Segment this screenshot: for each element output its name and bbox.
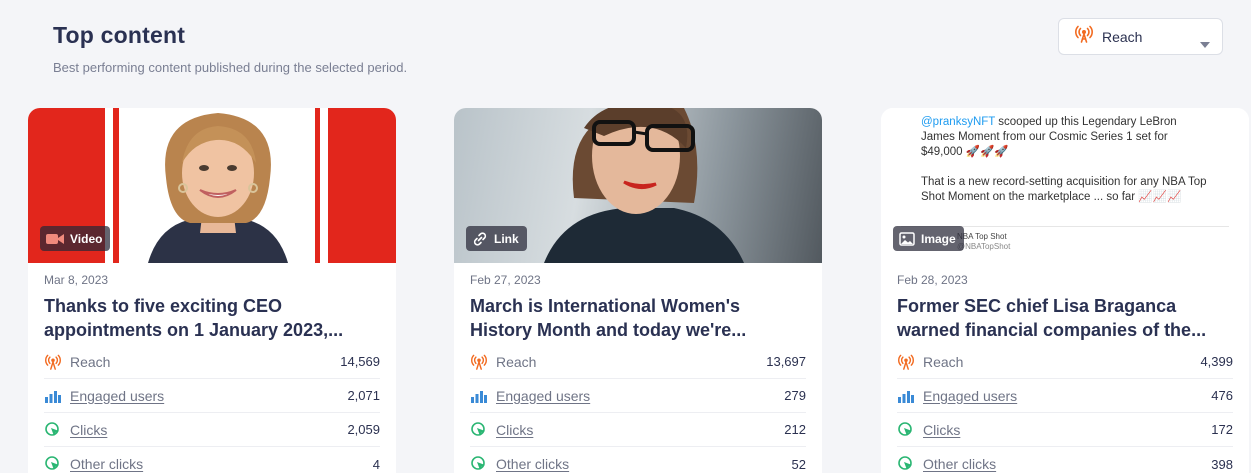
caret-down-icon	[1200, 35, 1210, 53]
other-clicks-link[interactable]: Other clicks	[496, 456, 569, 472]
portrait-image	[148, 113, 288, 263]
link-icon	[473, 231, 487, 246]
stat-row-other-clicks: Other clicks 4	[44, 447, 380, 473]
bar-chart-icon	[44, 387, 62, 405]
section-subtitle: Best performing content published during…	[53, 60, 408, 75]
image-icon	[899, 231, 915, 246]
post-date: Mar 8, 2023	[44, 273, 109, 287]
stat-value: 398	[1211, 456, 1233, 472]
stat-row-engaged-users: Engaged users 279	[470, 379, 806, 413]
post-date: Feb 28, 2023	[897, 273, 968, 287]
post-type-label: Link	[494, 231, 519, 246]
stat-value: 2,071	[347, 388, 380, 403]
tweet-preview: @pranksyNFT scooped up this Legendary Le…	[921, 115, 1211, 205]
metric-dropdown[interactable]: Reach	[1058, 18, 1223, 55]
cursor-click-icon	[44, 421, 62, 439]
stat-value: 172	[1211, 422, 1233, 437]
content-card[interactable]: Video Mar 8, 2023 Thanks to five excitin…	[28, 108, 396, 473]
tweet-handle: @pranksyNFT	[921, 116, 996, 128]
post-type-label: Video	[70, 231, 103, 246]
stat-label: Reach	[70, 353, 111, 370]
broadcast-icon	[897, 353, 915, 371]
post-thumbnail[interactable]: @pranksyNFT scooped up this Legendary Le…	[881, 108, 1249, 263]
cursor-click-icon	[897, 421, 915, 439]
broadcast-icon	[44, 353, 62, 371]
post-title[interactable]: Former SEC chief Lisa Braganca warned fi…	[897, 294, 1233, 342]
stat-value: 2,059	[347, 422, 380, 437]
section-header: Top content Best performing content publ…	[53, 22, 407, 75]
engaged-users-link[interactable]: Engaged users	[70, 388, 164, 404]
stat-value: 212	[784, 422, 806, 437]
broadcast-icon	[470, 353, 488, 371]
engaged-users-link[interactable]: Engaged users	[496, 388, 590, 404]
section-title: Top content	[53, 22, 186, 48]
clicks-link[interactable]: Clicks	[496, 422, 533, 438]
post-type-badge: Link	[466, 226, 527, 251]
content-card[interactable]: @pranksyNFT scooped up this Legendary Le…	[881, 108, 1249, 473]
cursor-click-icon	[897, 455, 915, 473]
post-thumbnail[interactable]: Video	[28, 108, 396, 263]
post-title[interactable]: March is International Women's History M…	[470, 294, 806, 342]
stat-label: Reach	[496, 353, 537, 370]
stat-value: 4,399	[1200, 354, 1233, 369]
stat-row-clicks: Clicks 212	[470, 413, 806, 447]
post-stats: Reach 14,569 Engaged users 2,071 Clicks …	[44, 345, 380, 473]
stat-value: 476	[1211, 388, 1233, 403]
tweet-embed: NBA Top Shot @NBATopShot	[957, 232, 1011, 251]
stat-row-other-clicks: Other clicks 52	[470, 447, 806, 473]
content-card[interactable]: Link Feb 27, 2023 March is International…	[454, 108, 822, 473]
cursor-click-icon	[470, 455, 488, 473]
broadcast-icon	[1075, 25, 1093, 48]
stat-value: 13,697	[766, 354, 806, 369]
other-clicks-link[interactable]: Other clicks	[70, 456, 143, 472]
post-title[interactable]: Thanks to five exciting CEO appointments…	[44, 294, 380, 342]
metric-dropdown-value: Reach	[1102, 28, 1143, 45]
video-camera-icon	[46, 233, 64, 244]
post-stats: Reach 4,399 Engaged users 476 Clicks 172	[897, 345, 1233, 473]
stat-row-engaged-users: Engaged users 476	[897, 379, 1233, 413]
clicks-link[interactable]: Clicks	[923, 422, 960, 438]
stat-row-engaged-users: Engaged users 2,071	[44, 379, 380, 413]
post-stats: Reach 13,697 Engaged users 279 Clicks 21…	[470, 345, 806, 473]
clicks-link[interactable]: Clicks	[70, 422, 107, 438]
stat-label: Reach	[923, 353, 964, 370]
stat-row-clicks: Clicks 172	[897, 413, 1233, 447]
cursor-click-icon	[44, 455, 62, 473]
stat-row-reach: Reach 4,399	[897, 345, 1233, 379]
stat-row-clicks: Clicks 2,059	[44, 413, 380, 447]
post-date: Feb 27, 2023	[470, 273, 541, 287]
engaged-users-link[interactable]: Engaged users	[923, 388, 1017, 404]
other-clicks-link[interactable]: Other clicks	[923, 456, 996, 472]
post-type-badge: Video	[40, 226, 111, 251]
cursor-click-icon	[470, 421, 488, 439]
post-type-label: Image	[921, 231, 956, 246]
stat-value: 52	[791, 456, 806, 472]
stat-value: 14,569	[340, 354, 380, 369]
bar-chart-icon	[470, 387, 488, 405]
stat-row-reach: Reach 13,697	[470, 345, 806, 379]
post-thumbnail[interactable]: Link	[454, 108, 822, 263]
stat-row-reach: Reach 14,569	[44, 345, 380, 379]
stat-row-other-clicks: Other clicks 398	[897, 447, 1233, 473]
tweet-text: That is a new record-setting acquisition…	[921, 176, 1207, 203]
stat-value: 4	[372, 456, 380, 472]
post-type-badge: Image	[893, 226, 964, 251]
stat-value: 279	[784, 388, 806, 403]
bar-chart-icon	[897, 387, 915, 405]
